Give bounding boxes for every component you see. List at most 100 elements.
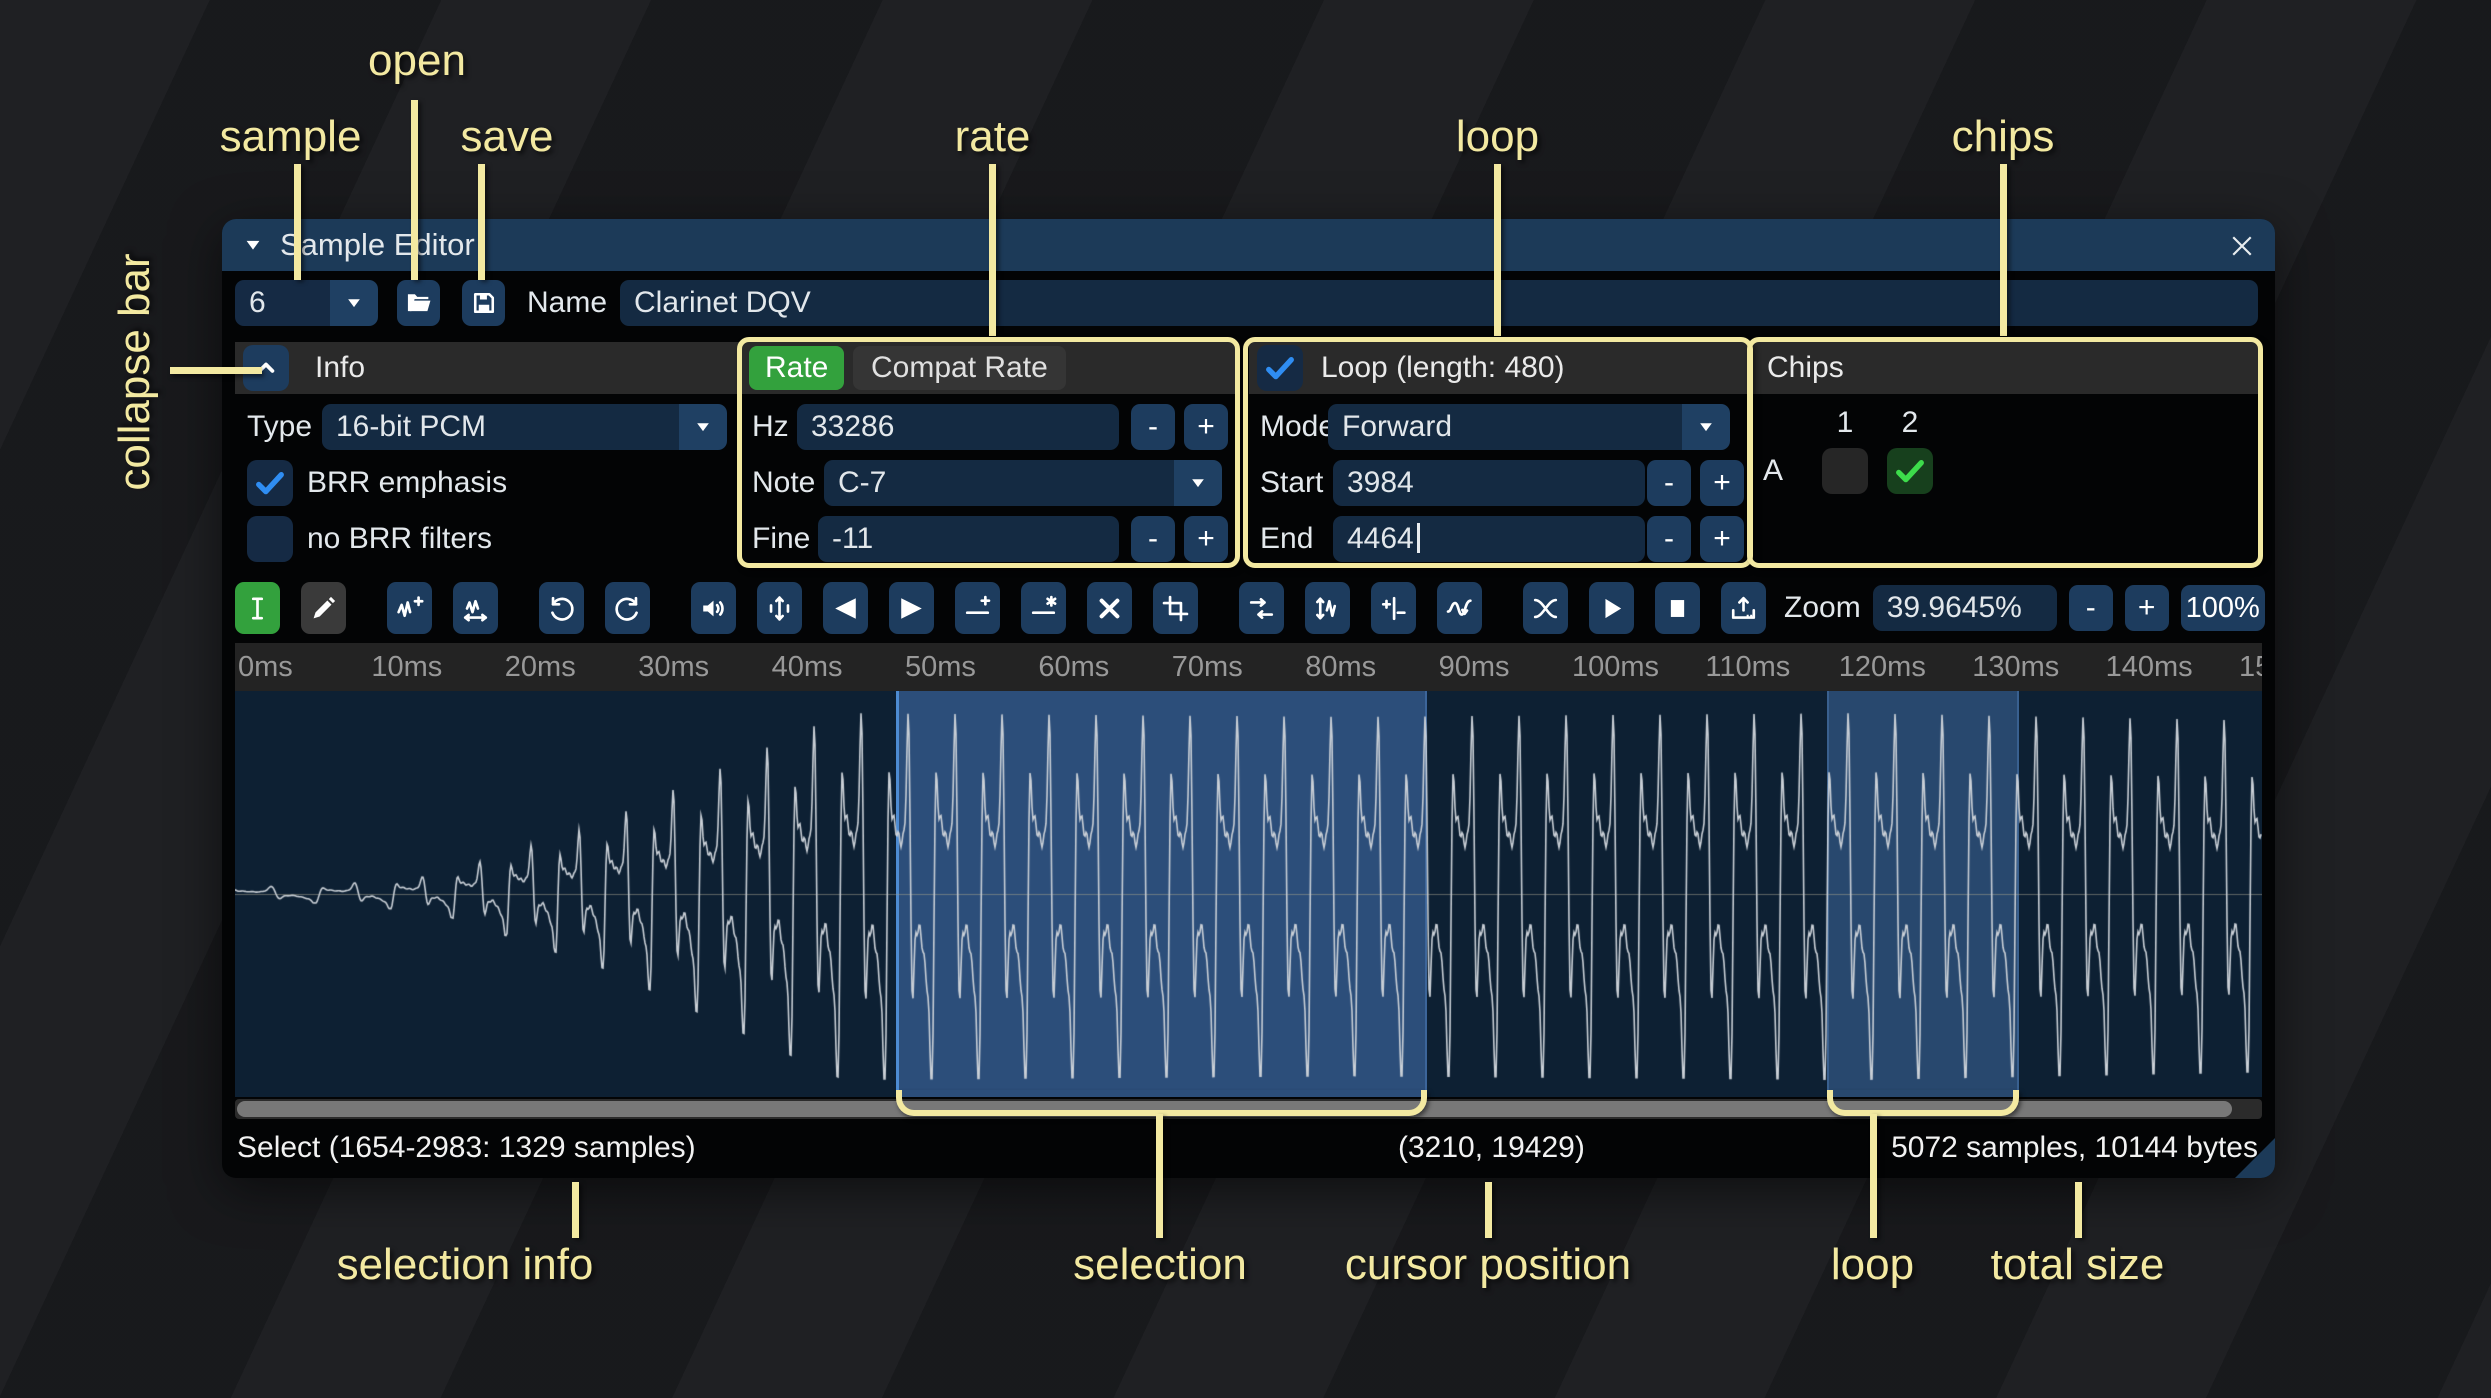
waveform-scrollbar-track[interactable] xyxy=(235,1099,2262,1119)
resize-button[interactable] xyxy=(387,582,432,634)
select-tool-button[interactable] xyxy=(235,582,280,634)
wave-plus-icon xyxy=(395,594,424,623)
undo-button[interactable] xyxy=(539,582,584,634)
sample-slot-select[interactable]: 6 xyxy=(235,280,378,326)
waveform-view[interactable] xyxy=(235,691,2262,1097)
fine-minus-button[interactable]: - xyxy=(1131,516,1175,562)
waveform-canvas[interactable] xyxy=(235,691,2262,1097)
save-sample-button[interactable] xyxy=(462,280,505,326)
open-sample-button[interactable] xyxy=(397,280,440,326)
loop-start-minus-button[interactable]: - xyxy=(1647,460,1691,506)
apply-silence-button[interactable] xyxy=(1021,582,1066,634)
zoom-out-button[interactable]: - xyxy=(2068,585,2113,631)
delete-icon xyxy=(1095,594,1124,623)
check-icon xyxy=(1892,453,1928,489)
timeline-tick: 50ms xyxy=(905,651,976,683)
annotation-loop-bottom: loop xyxy=(1830,1240,1915,1289)
resize-grip[interactable] xyxy=(2235,1138,2275,1178)
insert-silence-button[interactable] xyxy=(955,582,1000,634)
timeline-tick: 80ms xyxy=(1305,651,1377,683)
hz-minus-button[interactable]: - xyxy=(1131,404,1175,450)
amplify-button[interactable] xyxy=(691,582,736,634)
zoom-input[interactable]: 39.9645% xyxy=(1872,585,2057,631)
chips-column-label: 1 xyxy=(1836,406,1854,439)
note-select[interactable]: C-7 xyxy=(824,460,1222,506)
name-input[interactable]: Clarinet DQV xyxy=(620,280,2258,326)
type-select-arrow[interactable] xyxy=(679,404,727,450)
fine-label: Fine xyxy=(752,522,811,555)
loop-panel-header: Loop (length: 480) xyxy=(1249,342,1750,394)
loop-start-plus-button[interactable]: + xyxy=(1700,460,1744,506)
speaker-icon xyxy=(699,594,728,623)
fade-out-button[interactable] xyxy=(889,582,934,634)
triangle-down-icon xyxy=(1696,417,1716,437)
type-label: Type xyxy=(247,410,313,443)
no-brr-filters-checkbox[interactable] xyxy=(247,516,293,562)
redo-button[interactable] xyxy=(605,582,650,634)
invert-icon xyxy=(1313,594,1342,623)
reverse-button[interactable] xyxy=(1239,582,1284,634)
draw-tool-button[interactable] xyxy=(301,582,346,634)
loop-mode-select[interactable]: Forward xyxy=(1328,404,1730,450)
zoom-reset-button[interactable]: 100% xyxy=(2180,585,2265,631)
annotation-chips: chips xyxy=(1951,112,2055,161)
loop-mode-select-arrow[interactable] xyxy=(1682,404,1730,450)
timeline-tick: 40ms xyxy=(771,651,843,683)
trim-button[interactable] xyxy=(1153,582,1198,634)
hz-label: Hz xyxy=(752,410,789,443)
sign-invert-button[interactable] xyxy=(1371,582,1416,634)
normalize-button[interactable] xyxy=(757,582,802,634)
loop-end-minus-button[interactable]: - xyxy=(1647,516,1691,562)
hz-plus-button[interactable]: + xyxy=(1184,404,1228,450)
loop-end-label: End xyxy=(1260,522,1314,555)
annotation-total-size: total size xyxy=(1990,1240,2165,1289)
timeline-ruler[interactable]: 0ms 10ms 20ms 30ms 40ms 50ms 60ms 70ms 80ms 90ms 1… xyxy=(235,643,2262,691)
zoom-label: Zoom xyxy=(1784,591,1861,624)
note-select-arrow[interactable] xyxy=(1174,460,1222,506)
redo-icon xyxy=(613,594,642,623)
note-label: Note xyxy=(752,466,816,499)
filter-icon xyxy=(1445,594,1474,623)
info-panel: Info Type 16-bit PCM BRR emphasis no BRR… xyxy=(235,342,740,564)
upload-sample-button[interactable] xyxy=(1721,582,1766,634)
tab-rate[interactable]: Rate xyxy=(749,346,845,390)
waveform-scrollbar-thumb[interactable] xyxy=(237,1101,2232,1117)
fade-in-button[interactable] xyxy=(823,582,868,634)
sample-slot-arrow[interactable] xyxy=(330,280,378,326)
triangle-down-icon xyxy=(344,293,364,313)
zoom-in-button[interactable]: + xyxy=(2124,585,2169,631)
upload-icon xyxy=(1729,594,1758,623)
stop-icon xyxy=(1663,594,1692,623)
loop-end-plus-button[interactable]: + xyxy=(1700,516,1744,562)
chevron-up-icon xyxy=(252,354,280,382)
collapse-bar-button[interactable] xyxy=(243,345,289,391)
fine-input[interactable]: -11 xyxy=(818,516,1119,562)
delete-button[interactable] xyxy=(1087,582,1132,634)
rate-panel-header: Rate Compat Rate xyxy=(741,342,1238,394)
check-icon xyxy=(252,465,288,501)
crossfade-button[interactable] xyxy=(1523,582,1568,634)
invert-button[interactable] xyxy=(1305,582,1350,634)
collapse-window-triangle-icon[interactable] xyxy=(242,234,264,256)
hz-input[interactable]: 33286 xyxy=(797,404,1119,450)
annotation-loop-top: loop xyxy=(1455,112,1540,161)
loop-end-input[interactable]: 4464 xyxy=(1333,516,1645,562)
pencil-icon xyxy=(309,594,338,623)
resample-button[interactable] xyxy=(453,582,498,634)
wave-stretch-icon xyxy=(461,594,490,623)
brr-emphasis-checkbox[interactable] xyxy=(247,460,293,506)
loop-enable-checkbox[interactable] xyxy=(1257,345,1303,391)
preview-button[interactable] xyxy=(1589,582,1634,634)
filter-button[interactable] xyxy=(1437,582,1482,634)
close-button[interactable] xyxy=(2223,227,2261,265)
fine-plus-button[interactable]: + xyxy=(1184,516,1228,562)
stop-preview-button[interactable] xyxy=(1655,582,1700,634)
chip-checkbox-2[interactable] xyxy=(1887,448,1933,494)
type-value: 16-bit PCM xyxy=(322,404,679,450)
loop-start-input[interactable]: 3984 xyxy=(1333,460,1645,506)
chip-checkbox-1[interactable] xyxy=(1822,448,1868,494)
titlebar[interactable]: Sample Editor xyxy=(222,219,2275,271)
type-select[interactable]: 16-bit PCM xyxy=(322,404,727,450)
tab-compat-rate[interactable]: Compat Rate xyxy=(853,346,1066,390)
info-panel-header: Info xyxy=(235,342,740,394)
